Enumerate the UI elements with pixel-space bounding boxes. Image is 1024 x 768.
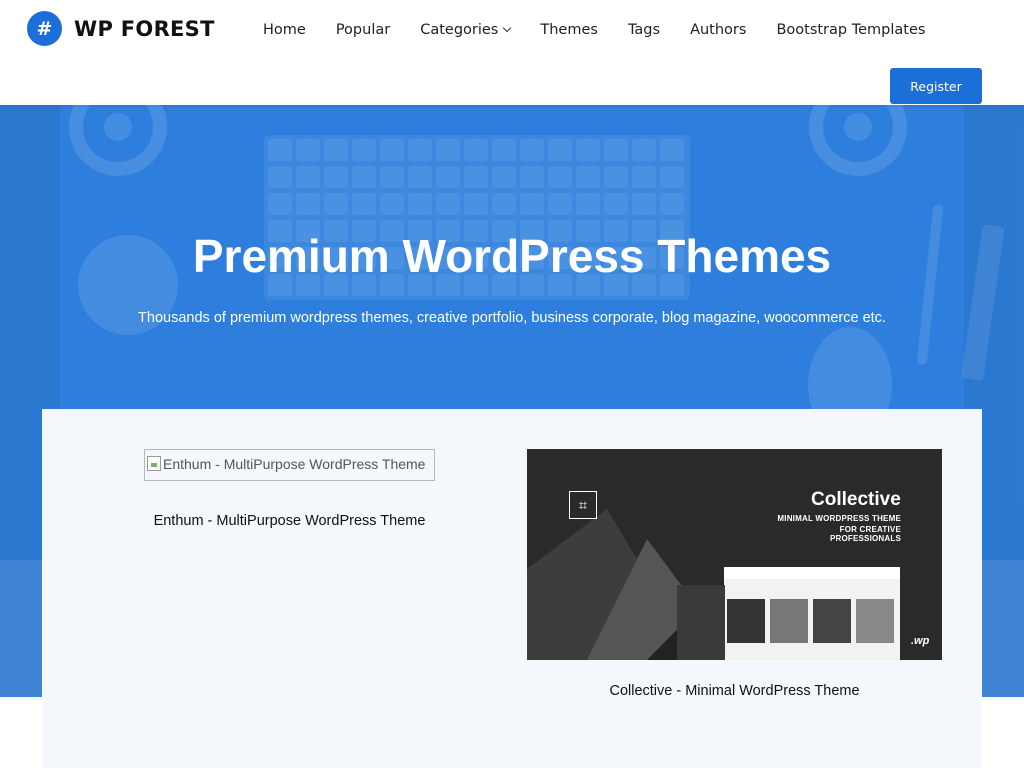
keyboard-key xyxy=(324,139,348,161)
keyboard-key xyxy=(352,193,376,215)
nav-categories[interactable]: Categories xyxy=(405,19,525,41)
keyboard-key xyxy=(632,139,656,161)
keyboard-key xyxy=(436,166,460,188)
keyboard-key xyxy=(408,139,432,161)
keyboard-key xyxy=(492,193,516,215)
collective-logo-icon: ⌗ xyxy=(569,491,597,519)
keyboard-key xyxy=(296,139,320,161)
keyboard-key xyxy=(324,166,348,188)
keyboard-key xyxy=(548,166,572,188)
keyboard-key xyxy=(520,193,544,215)
theme-image-alt-text: Enthum - MultiPurpose WordPress Theme xyxy=(163,456,426,472)
hash-icon: # xyxy=(27,11,62,46)
hero-subtitle: Thousands of premium wordpress themes, c… xyxy=(138,310,886,326)
keyboard-key xyxy=(632,193,656,215)
themes-panel: Enthum - MultiPurpose WordPress Theme En… xyxy=(42,409,982,768)
theme-image-broken[interactable]: Enthum - MultiPurpose WordPress Theme xyxy=(144,449,435,481)
keyboard-key xyxy=(604,139,628,161)
theme-thumbnail-artwork xyxy=(527,449,942,660)
keyboard-key xyxy=(660,166,684,188)
keyboard-key xyxy=(660,139,684,161)
theme-title-link[interactable]: Collective - Minimal WordPress Theme xyxy=(527,683,942,699)
chevron-down-icon xyxy=(503,23,512,33)
keyboard-key xyxy=(492,139,516,161)
keyboard-key xyxy=(660,193,684,215)
keyboard-key xyxy=(268,166,292,188)
keyboard-key xyxy=(520,139,544,161)
keyboard-key xyxy=(520,166,544,188)
promo-title: Collective xyxy=(811,489,901,510)
promo-badge: .wp xyxy=(911,635,930,647)
keyboard-key xyxy=(408,193,432,215)
keyboard-key xyxy=(492,166,516,188)
keyboard-key xyxy=(380,193,404,215)
theme-thumbnail[interactable]: ⌗ Collective MINIMAL WORDPRESS THEME FOR… xyxy=(527,449,942,660)
keyboard-key xyxy=(436,193,460,215)
keyboard-key xyxy=(464,139,488,161)
keyboard-key xyxy=(380,139,404,161)
keyboard-key xyxy=(604,193,628,215)
keyboard-key xyxy=(576,139,600,161)
keyboard-key xyxy=(296,193,320,215)
keyboard-key xyxy=(632,166,656,188)
site-name: WP FOREST xyxy=(74,16,215,41)
keyboard-key xyxy=(464,166,488,188)
keyboard-key xyxy=(268,139,292,161)
keyboard-key xyxy=(380,166,404,188)
keyboard-key xyxy=(436,139,460,161)
theme-title-link[interactable]: Enthum - MultiPurpose WordPress Theme xyxy=(42,513,537,529)
keyboard-key xyxy=(464,193,488,215)
nav-bootstrap-templates[interactable]: Bootstrap Templates xyxy=(761,19,940,41)
nav-authors[interactable]: Authors xyxy=(675,19,761,41)
main-nav: Home Popular Categories Themes Tags Auth… xyxy=(248,19,940,41)
keyboard-key xyxy=(576,166,600,188)
nav-themes[interactable]: Themes xyxy=(525,19,613,41)
keyboard-key xyxy=(408,166,432,188)
keyboard-key xyxy=(548,193,572,215)
keyboard-key xyxy=(268,193,292,215)
site-logo[interactable]: # WP FOREST xyxy=(27,11,215,46)
keyboard-key xyxy=(604,166,628,188)
nav-popular[interactable]: Popular xyxy=(321,19,405,41)
promo-line-1: MINIMAL WORDPRESS THEME xyxy=(777,514,901,523)
register-button[interactable]: Register xyxy=(890,68,982,104)
keyboard-key xyxy=(548,139,572,161)
site-header: # WP FOREST Home Popular Categories Them… xyxy=(0,0,1024,105)
keyboard-key xyxy=(576,193,600,215)
hero-title: Premium WordPress Themes xyxy=(192,230,832,282)
keyboard-key xyxy=(352,166,376,188)
keyboard-key xyxy=(352,139,376,161)
nav-tags[interactable]: Tags xyxy=(613,19,675,41)
keyboard-key xyxy=(324,193,348,215)
promo-line-2: FOR CREATIVE PROFESSIONALS xyxy=(829,525,901,543)
broken-image-icon xyxy=(147,456,161,471)
nav-home[interactable]: Home xyxy=(248,19,321,41)
nav-categories-label: Categories xyxy=(420,22,499,38)
keyboard-key xyxy=(296,166,320,188)
